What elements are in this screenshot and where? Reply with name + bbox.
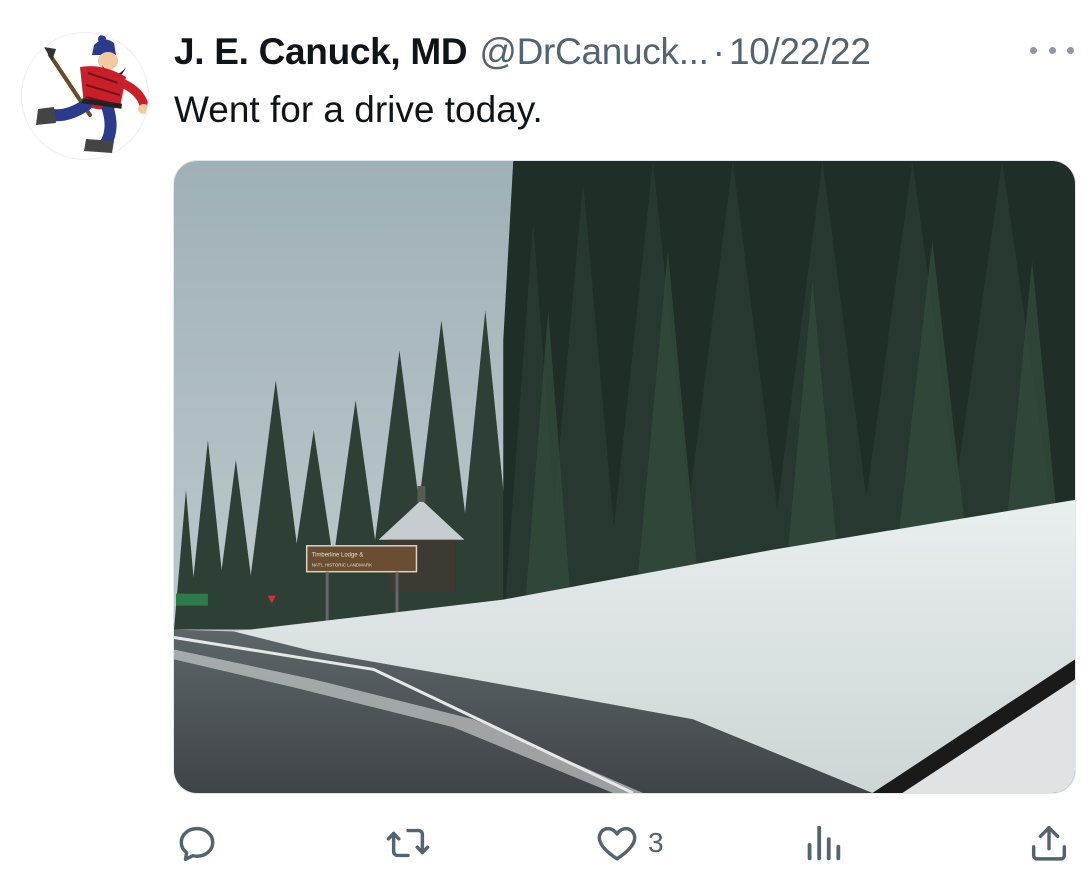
lumberjack-avatar-icon bbox=[22, 33, 148, 159]
like-button[interactable]: 3 bbox=[594, 815, 664, 871]
heart-icon bbox=[597, 826, 637, 861]
tweet-photo[interactable]: Timberline Lodge & NAT'L HISTORIC LANDMA… bbox=[173, 160, 1076, 794]
more-dot bbox=[1067, 46, 1074, 54]
reply-icon bbox=[179, 826, 215, 862]
share-icon bbox=[1031, 825, 1067, 861]
tweet-date[interactable]: 10/22/22 bbox=[729, 28, 871, 76]
share-button[interactable] bbox=[1026, 815, 1072, 871]
retweet-button[interactable] bbox=[384, 815, 440, 871]
analytics-icon bbox=[807, 825, 841, 861]
tweet-actions: 3 bbox=[174, 815, 1074, 871]
tweet-text: Went for a drive today. bbox=[174, 89, 543, 130]
snowy-road-photo: Timberline Lodge & NAT'L HISTORIC LANDMA… bbox=[174, 161, 1075, 793]
tweet-header: J. E. Canuck, MD @DrCanuck... · 10/22/22 bbox=[174, 28, 871, 76]
like-count: 3 bbox=[648, 827, 664, 858]
avatar[interactable] bbox=[22, 33, 148, 159]
more-dot bbox=[1048, 46, 1056, 54]
sign-line-1: Timberline Lodge & bbox=[312, 553, 364, 559]
display-name[interactable]: J. E. Canuck, MD bbox=[174, 28, 468, 76]
separator-dot: · bbox=[712, 31, 725, 72]
retweet-icon bbox=[386, 828, 430, 858]
more-dot bbox=[1030, 46, 1037, 54]
tweet: J. E. Canuck, MD @DrCanuck... · 10/22/22… bbox=[0, 0, 1092, 885]
user-handle[interactable]: @DrCanuck... bbox=[479, 28, 709, 76]
views-button[interactable] bbox=[800, 815, 854, 871]
more-options-icon[interactable] bbox=[1030, 40, 1074, 60]
reply-button[interactable] bbox=[174, 815, 228, 871]
sign-line-2: NAT'L HISTORIC LANDMARK bbox=[312, 563, 372, 568]
